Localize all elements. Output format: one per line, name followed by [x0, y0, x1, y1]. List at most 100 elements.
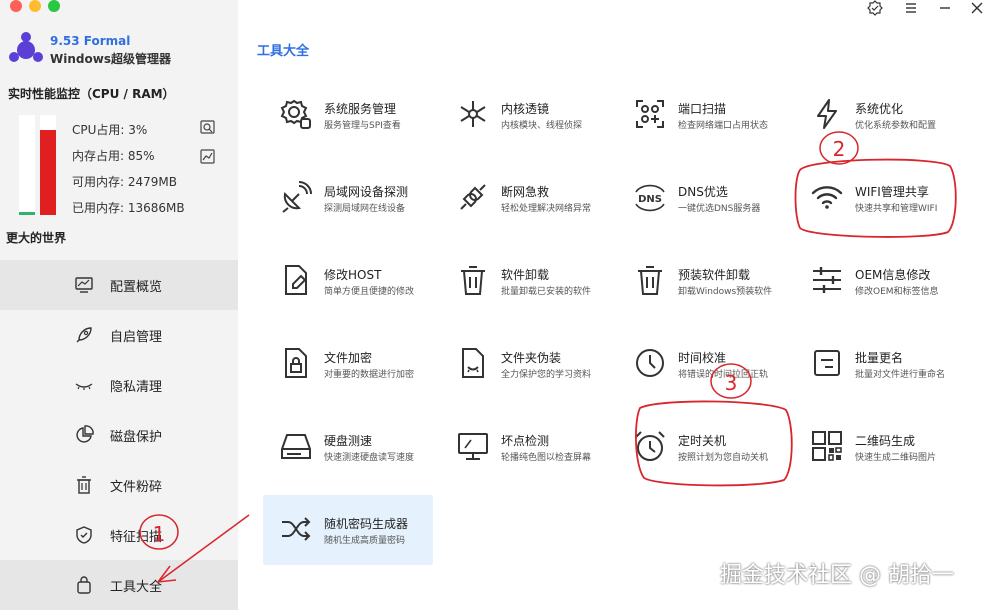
sidebar-item-label: 文件粉碎: [110, 480, 163, 495]
tool-password-generator[interactable]: 随机密码生成器 随机生成高质量密码: [263, 495, 433, 565]
sidebar-item-label: 自启管理: [110, 330, 163, 345]
shield-check-icon: [74, 525, 94, 545]
tool-batch-rename[interactable]: 批量更名 批量对文件进行重命名: [794, 329, 964, 399]
minimize-window-button[interactable]: [29, 0, 41, 12]
tool-system-optimize[interactable]: 系统优化 优化系统参数和配置: [794, 80, 964, 150]
wifi-icon: [810, 180, 844, 214]
tool-time-sync[interactable]: 时间校准 将错误的时间拉回正轨: [617, 329, 787, 399]
sidebar-item-startup[interactable]: 自启管理: [0, 310, 238, 360]
tool-disk-speed[interactable]: 硬盘测速 快速测速硬盘读写速度: [263, 412, 433, 482]
tool-name: 文件加密: [324, 351, 373, 365]
tool-name: 预装软件卸载: [678, 268, 751, 282]
eye-closed-icon: [74, 375, 94, 395]
tool-dns-select[interactable]: DNS DNS优选 一键优选DNS服务器: [617, 163, 787, 233]
tool-timed-shutdown[interactable]: 定时关机 按照计划为您自动关机: [617, 412, 787, 482]
sidebar: 9.53 Formal Windows超级管理器 实时性能监控（CPU / RA…: [0, 0, 238, 610]
tool-desc: 批量卸载已安装的软件: [501, 287, 592, 297]
bag-icon: [74, 575, 94, 595]
gear-icon: [279, 97, 313, 131]
sidebar-item-config-overview[interactable]: 配置概览: [0, 260, 238, 310]
tool-name: 系统服务管理: [324, 102, 397, 116]
sidebar-menu: 配置概览 自启管理 隐私清理 磁盘保护 文件粉碎 特征扫描 工具大全: [0, 260, 238, 610]
molecule-icon: [456, 97, 490, 131]
tool-desc: 服务管理与SPI查看: [324, 121, 401, 131]
sidebar-item-feature-scan[interactable]: 特征扫描: [0, 510, 238, 560]
tool-name: 文件夹伪装: [501, 351, 562, 365]
tool-desc: 卸载Windows预装软件: [678, 287, 773, 297]
file-mask-icon: [456, 346, 490, 380]
alarm-clock-icon: [633, 429, 667, 463]
tool-edit-host[interactable]: 修改HOST 简单方便且便捷的修改: [263, 246, 433, 316]
port-scan-icon: [633, 97, 667, 131]
tool-desc: 修改OEM和标签信息: [855, 287, 939, 297]
app-name: Windows超级管理器: [50, 52, 171, 66]
tool-name: OEM信息修改: [855, 268, 931, 282]
verified-icon[interactable]: [866, 0, 884, 16]
tool-folder-disguise[interactable]: 文件夹伪装 全力保护您的学习资料: [440, 329, 610, 399]
tool-dead-pixel[interactable]: 坏点检测 轮播纯色图以检查屏幕: [440, 412, 610, 482]
tool-oem-edit[interactable]: OEM信息修改 修改OEM和标签信息: [794, 246, 964, 316]
rename-icon: [810, 346, 844, 380]
tool-name: 定时关机: [678, 434, 727, 448]
app-version: 9.53 Formal: [50, 34, 131, 48]
tool-name: 断网急救: [501, 185, 550, 199]
memory-usage-bar: [40, 115, 56, 215]
menu-icon[interactable]: [902, 0, 920, 16]
tool-name: WIFI管理共享: [855, 185, 929, 199]
minimize-icon[interactable]: [936, 0, 954, 16]
qr-code-icon: [810, 429, 844, 463]
tool-network-rescue[interactable]: 断网急救 轻松处理解决网络异常: [440, 163, 610, 233]
tool-desc: 内核模块、线程侦探: [501, 121, 583, 131]
tool-desc: 快速共享和管理WIFI: [855, 204, 938, 214]
image-search-icon[interactable]: [200, 120, 216, 136]
app-logo-icon: [8, 30, 44, 66]
tool-desc: 全力保护您的学习资料: [501, 370, 592, 380]
tool-desc: 按照计划为您自动关机: [678, 453, 769, 463]
tool-name: 系统优化: [855, 102, 904, 116]
file-edit-icon: [279, 263, 313, 297]
tool-lan-detect[interactable]: 局域网设备探测 探测局域网在线设备: [263, 163, 433, 233]
image-chart-icon[interactable]: [200, 149, 216, 165]
tool-uninstall[interactable]: 软件卸载 批量卸载已安装的软件: [440, 246, 610, 316]
sidebar-item-label: 隐私清理: [110, 380, 163, 395]
tool-desc: 检查网络端口占用状态: [678, 121, 769, 131]
tool-name: 坏点检测: [501, 434, 550, 448]
sidebar-item-label: 工具大全: [110, 580, 163, 595]
close-window-button[interactable]: [10, 0, 22, 12]
trash-icon: [633, 263, 667, 297]
tool-name: 随机密码生成器: [324, 517, 409, 531]
sliders-icon: [810, 263, 844, 297]
bigger-world-label: 更大的世界: [6, 231, 67, 245]
sidebar-item-file-shred[interactable]: 文件粉碎: [0, 460, 238, 510]
tool-qr-generate[interactable]: 二维码生成 快速生成二维码图片: [794, 412, 964, 482]
monitor-icon: [456, 429, 490, 463]
tool-name: 时间校准: [678, 351, 727, 365]
shuffle-icon: [279, 512, 313, 546]
window-controls: [10, 0, 60, 14]
tool-preinstalled-uninstall[interactable]: 预装软件卸载 卸载Windows预装软件: [617, 246, 787, 316]
tool-service-manager[interactable]: 系统服务管理 服务管理与SPI查看: [263, 80, 433, 150]
sidebar-item-privacy[interactable]: 隐私清理: [0, 360, 238, 410]
cpu-usage-bar: [19, 115, 35, 215]
tool-desc: 优化系统参数和配置: [855, 121, 937, 131]
monitor-chart-icon: [74, 275, 94, 295]
tool-file-encrypt[interactable]: 文件加密 对重要的数据进行加密: [263, 329, 433, 399]
tool-name: 二维码生成: [855, 434, 916, 448]
tool-kernel-lens[interactable]: 内核透镜 内核模块、线程侦探: [440, 80, 610, 150]
tool-name: 端口扫描: [678, 102, 727, 116]
close-icon[interactable]: [968, 0, 986, 16]
trash-icon: [74, 475, 94, 495]
sidebar-item-toolbox[interactable]: 工具大全: [0, 560, 238, 610]
tool-desc: 简单方便且便捷的修改: [324, 287, 415, 297]
tool-name: 批量更名: [855, 351, 904, 365]
tool-wifi-share[interactable]: WIFI管理共享 快速共享和管理WIFI: [794, 163, 964, 233]
tool-name: 内核透镜: [501, 102, 550, 116]
tool-name: 局域网设备探测: [324, 185, 409, 199]
used-memory-label: 已用内存: 13686MB: [72, 201, 185, 215]
cpu-usage-label: CPU占用: 3%: [72, 123, 148, 137]
tool-port-scan[interactable]: 端口扫描 检查网络端口占用状态: [617, 80, 787, 150]
monitor-title: 实时性能监控（CPU / RAM）: [8, 87, 175, 101]
sidebar-item-disk-protect[interactable]: 磁盘保护: [0, 410, 238, 460]
maximize-window-button[interactable]: [48, 0, 60, 12]
tool-name: 修改HOST: [324, 268, 382, 282]
